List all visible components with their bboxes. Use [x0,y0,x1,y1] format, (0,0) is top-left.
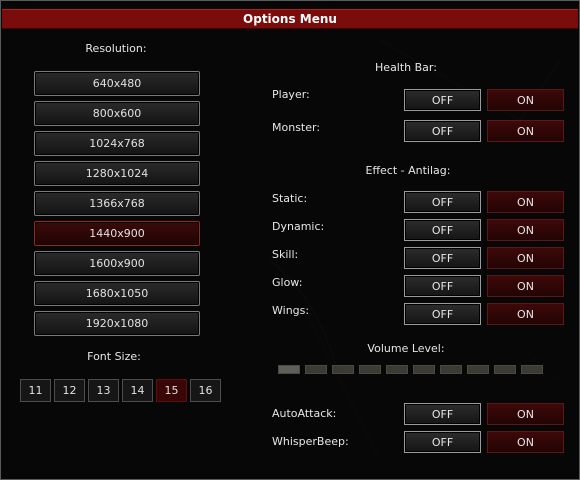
autoattack-off-button[interactable]: OFF [404,403,481,425]
resolution-option-1600x900[interactable]: 1600x900 [34,251,200,276]
skill-label: Skill: [272,248,299,261]
volume-segment[interactable] [521,365,543,374]
glow-off-button[interactable]: OFF [404,275,481,297]
dynamic-on-button[interactable]: ON [487,219,564,241]
resolution-option-1024x768[interactable]: 1024x768 [34,131,200,156]
volume-segment[interactable] [413,365,435,374]
static-off-button[interactable]: OFF [404,191,481,213]
skill-on-button[interactable]: ON [487,247,564,269]
resolution-option-1680x1050[interactable]: 1680x1050 [34,281,200,306]
volume-segment[interactable] [440,365,462,374]
monster-on-button[interactable]: ON [487,120,564,142]
volume-segment[interactable] [467,365,489,374]
window-title: Options Menu [243,12,337,26]
wings-on-button[interactable]: ON [487,303,564,325]
options-dialog: Options Menu Resolution: 640x480 800x600 1… [0,0,580,480]
static-label: Static: [272,192,308,205]
glow-on-button[interactable]: ON [487,275,564,297]
resolution-option-1280x1024[interactable]: 1280x1024 [34,161,200,186]
dynamic-label: Dynamic: [272,220,325,233]
player-label: Player: [272,88,310,101]
font-size-label: Font Size: [87,350,141,363]
volume-segment[interactable] [359,365,381,374]
glow-label: Glow: [272,276,303,289]
player-on-button[interactable]: ON [487,89,564,111]
volume-segment[interactable] [494,365,516,374]
volume-segment[interactable] [278,365,300,374]
resolution-option-1920x1080[interactable]: 1920x1080 [34,311,200,336]
font-size-option-13[interactable]: 13 [88,379,119,402]
wings-label: Wings: [272,304,310,317]
resolution-option-640x480[interactable]: 640x480 [34,71,200,96]
autoattack-on-button[interactable]: ON [487,403,564,425]
resolution-label: Resolution: [85,42,147,55]
player-off-button[interactable]: OFF [404,89,481,111]
resolution-option-800x600[interactable]: 800x600 [34,101,200,126]
whisperbeep-off-button[interactable]: OFF [404,431,481,453]
static-on-button[interactable]: ON [487,191,564,213]
volume-segment[interactable] [332,365,354,374]
wings-off-button[interactable]: OFF [404,303,481,325]
font-size-option-16[interactable]: 16 [190,379,221,402]
effect-antilag-label: Effect - Antilag: [365,164,451,177]
monster-label: Monster: [272,121,321,134]
font-size-option-12[interactable]: 12 [54,379,85,402]
volume-level-label: Volume Level: [367,342,445,355]
font-size-option-11[interactable]: 11 [20,379,51,402]
title-bar: Options Menu [2,9,578,29]
resolution-option-1366x768[interactable]: 1366x768 [34,191,200,216]
health-bar-label: Health Bar: [375,61,437,74]
font-size-option-15[interactable]: 15 [156,379,187,402]
skill-off-button[interactable]: OFF [404,247,481,269]
font-size-option-14[interactable]: 14 [122,379,153,402]
volume-segment[interactable] [305,365,327,374]
resolution-option-1440x900[interactable]: 1440x900 [34,221,200,246]
whisperbeep-label: WhisperBeep: [272,435,349,448]
whisperbeep-on-button[interactable]: ON [487,431,564,453]
monster-off-button[interactable]: OFF [404,120,481,142]
volume-segment[interactable] [386,365,408,374]
autoattack-label: AutoAttack: [272,407,337,420]
dynamic-off-button[interactable]: OFF [404,219,481,241]
